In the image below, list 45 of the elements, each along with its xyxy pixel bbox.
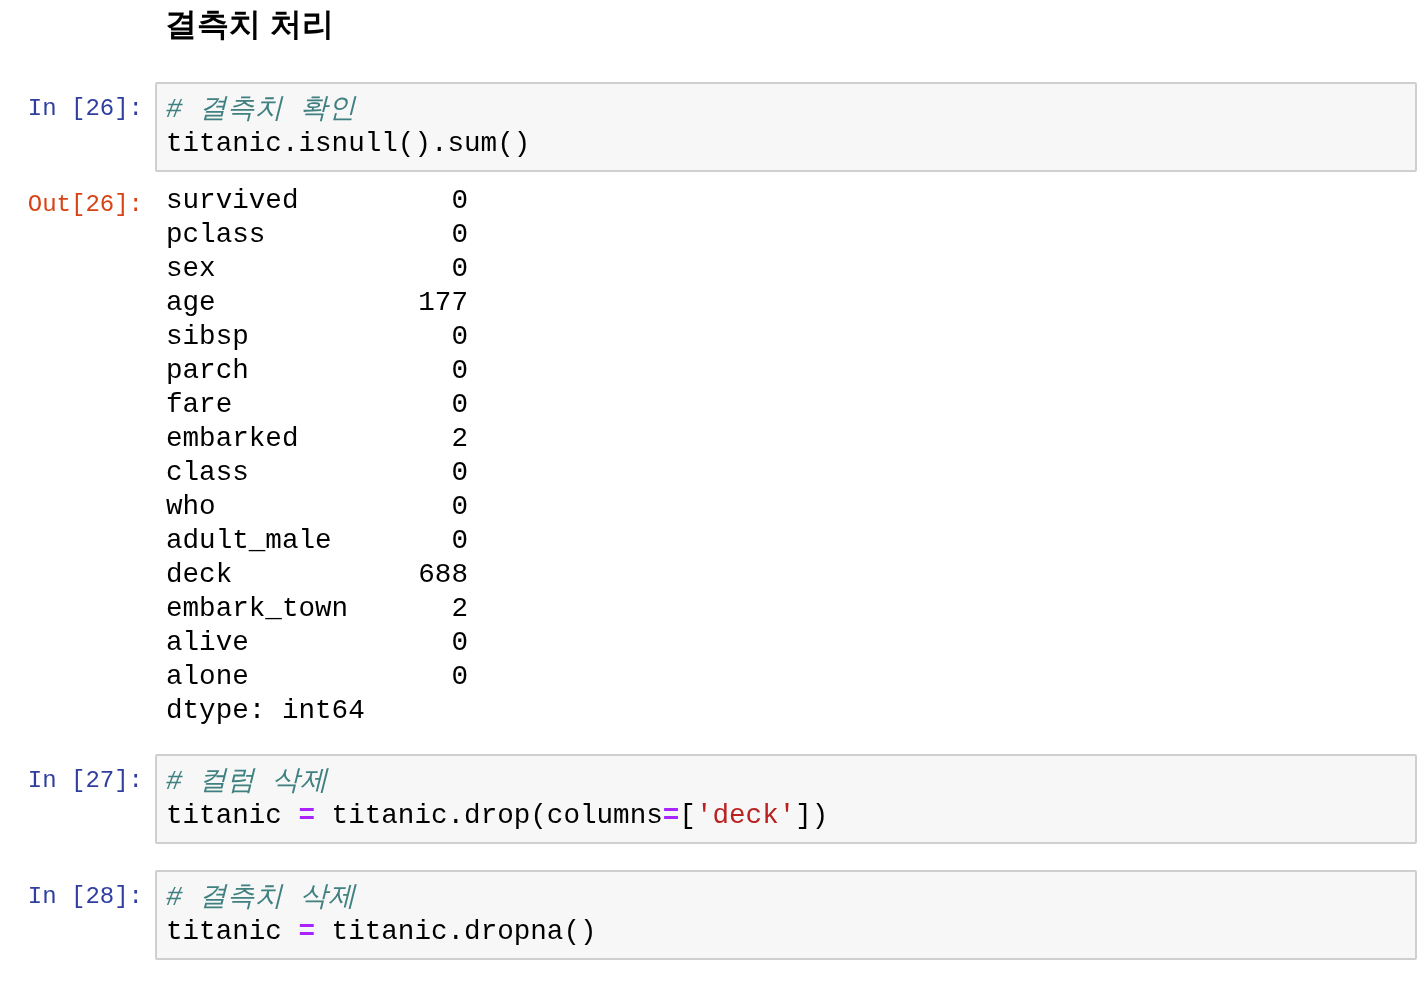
series-label: sibsp	[166, 320, 250, 354]
series-value: 0	[450, 456, 468, 490]
series-label: survived	[166, 184, 300, 218]
series-label: deck	[166, 558, 234, 592]
series-label: pclass	[166, 218, 267, 252]
code-input[interactable]: # 결측치 확인 titanic.isnull().sum()	[155, 82, 1417, 172]
input-prompt: In [26]:	[27, 94, 143, 124]
series-value: 2	[450, 422, 468, 456]
series-label: sex	[166, 252, 217, 286]
series-value: 0	[450, 524, 468, 558]
input-prompt: In [28]:	[27, 882, 143, 912]
series-label: adult_male	[166, 524, 333, 558]
series-value: 0	[450, 626, 468, 660]
series-value: 0	[450, 354, 468, 388]
series-value: 0	[450, 660, 468, 694]
series-value: 0	[450, 320, 468, 354]
output-prompt: Out[26]:	[27, 190, 143, 220]
code-comment: # 결측치 확인	[166, 93, 356, 127]
series-value: 177	[417, 286, 468, 320]
series-label: embark_town	[166, 592, 350, 626]
series-value: 0	[450, 252, 468, 286]
code-line: titanic.isnull().sum()	[166, 127, 531, 161]
series-value: 0	[450, 388, 468, 422]
series-value: 2	[450, 592, 468, 626]
series-label: class	[166, 456, 250, 490]
code-input[interactable]: # 컬럼 삭제 titanic = titanic.drop(columns=['deck'])	[155, 754, 1417, 844]
series-value: 0	[450, 490, 468, 524]
series-label: parch	[166, 354, 250, 388]
series-value: 688	[417, 558, 468, 592]
series-value: 0	[450, 184, 468, 218]
series-value: 0	[450, 218, 468, 252]
series-label: alive	[166, 626, 250, 660]
dtype-line: dtype: int64	[166, 694, 365, 728]
code-comment: # 컬럼 삭제	[166, 765, 328, 799]
input-prompt: In [27]:	[27, 766, 143, 796]
code-line: titanic = titanic.drop(columns=['deck'])	[166, 799, 829, 833]
series-label: fare	[166, 388, 234, 422]
code-line: titanic = titanic.dropna()	[166, 915, 597, 949]
code-comment: # 결측치 삭제	[166, 881, 356, 915]
series-label: who	[166, 490, 217, 524]
code-input[interactable]: # 결측치 삭제 titanic = titanic.dropna()	[155, 870, 1417, 960]
section-heading: 결측치 처리	[165, 5, 334, 44]
series-label: alone	[166, 660, 250, 694]
series-label: embarked	[166, 422, 300, 456]
series-label: age	[166, 286, 217, 320]
